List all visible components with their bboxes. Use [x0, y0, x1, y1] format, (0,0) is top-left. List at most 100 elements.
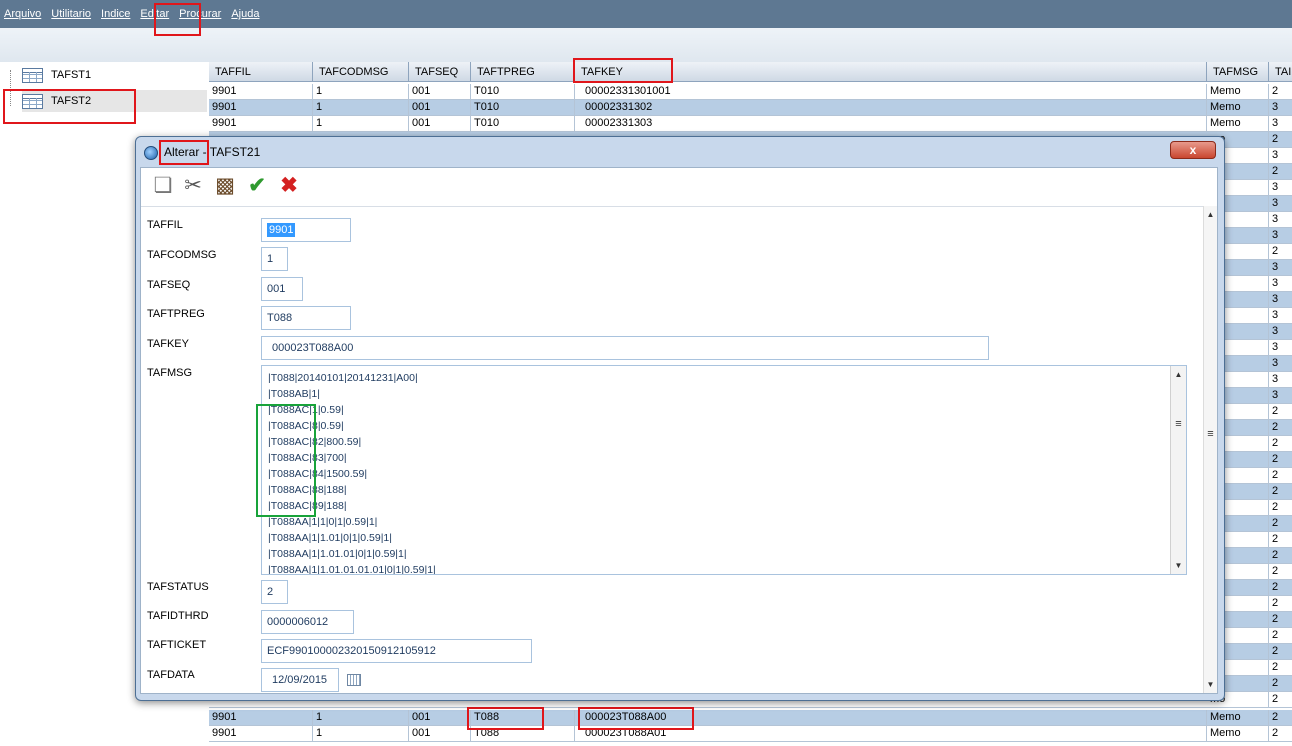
- memo-line: |T088AC|82|800.59|: [268, 436, 362, 448]
- form-scrollbar[interactable]: ▲ ≡ ▼: [1203, 206, 1217, 693]
- cut-icon[interactable]: ✂: [181, 174, 205, 198]
- menu-utilitario[interactable]: Utilitario: [51, 8, 91, 20]
- cell-tai: 3: [1269, 372, 1292, 388]
- tree-item-label: TAFST1: [51, 69, 92, 81]
- cell-tai: 3: [1269, 388, 1292, 404]
- table-icon: [22, 67, 43, 83]
- cell-taffil: 9901: [209, 84, 313, 100]
- input-tafcodmsg[interactable]: 1: [261, 247, 288, 271]
- cell-tai: 3: [1269, 324, 1292, 340]
- calendar-icon[interactable]: [347, 674, 361, 686]
- tree-item-tafst1[interactable]: TAFST1: [22, 64, 207, 86]
- table-icon: [22, 93, 43, 109]
- cancel-icon[interactable]: ✖: [277, 174, 301, 198]
- scroll-down-icon[interactable]: ▼: [1204, 680, 1217, 689]
- copy-icon[interactable]: ❏: [151, 174, 175, 198]
- label-tafkey: TAFKEY: [147, 338, 189, 350]
- col-taftpreg[interactable]: TAFTPREG: [471, 62, 575, 82]
- cell-tafseq: 001: [409, 116, 471, 132]
- cell-taftpreg: T010: [471, 84, 575, 100]
- menu-arquivo[interactable]: Arquivo: [4, 8, 41, 20]
- dialog-title-rest: - TAFST21: [199, 145, 261, 159]
- cell-tafcodmsg: 1: [313, 116, 409, 132]
- cell-tai: 2: [1269, 516, 1292, 532]
- col-tafmsg[interactable]: TAFMSG: [1207, 62, 1269, 82]
- cell-taffil: 9901: [209, 710, 313, 726]
- input-tafticket[interactable]: ECF99010000232015091210591​2: [261, 639, 532, 663]
- input-taffil[interactable]: 9901: [261, 218, 351, 242]
- input-tafstatus[interactable]: 2: [261, 580, 288, 604]
- scroll-up-icon[interactable]: ▲: [1171, 370, 1186, 379]
- label-taftpreg: TAFTPREG: [147, 308, 205, 320]
- cell-tafcodmsg: 1: [313, 100, 409, 116]
- cell-tai: 2: [1269, 452, 1292, 468]
- cell-tafseq: 001: [409, 84, 471, 100]
- paste-icon[interactable]: ▩: [213, 174, 237, 198]
- cell-tai: 2: [1269, 500, 1292, 516]
- label-tafstatus: TAFSTATUS: [147, 581, 209, 593]
- scroll-thumb-icon[interactable]: ≡: [1171, 418, 1186, 430]
- menu-ajuda[interactable]: Ajuda: [231, 8, 259, 20]
- grid-header: TAFFIL TAFCODMSG TAFSEQ TAFTPREG TAFKEY …: [209, 62, 1292, 82]
- menu-editar[interactable]: Editar: [140, 8, 169, 20]
- cell-tai: 3: [1269, 100, 1292, 116]
- scroll-down-icon[interactable]: ▼: [1171, 561, 1186, 570]
- scroll-up-icon[interactable]: ▲: [1204, 210, 1217, 219]
- cell-tai: 2: [1269, 532, 1292, 548]
- cell-tai: 2: [1269, 132, 1292, 148]
- input-tafidthrd[interactable]: 0000006012: [261, 610, 354, 634]
- col-tai[interactable]: TAI: [1269, 62, 1292, 82]
- input-tafdata[interactable]: 12/09/2015: [261, 668, 339, 692]
- cell-tai: 3: [1269, 260, 1292, 276]
- tree-item-tafst2[interactable]: TAFST2: [22, 90, 207, 112]
- app-icon: [144, 146, 158, 160]
- cell-tai: 3: [1269, 116, 1292, 132]
- memo-scrollbar[interactable]: ▲ ≡ ▼: [1170, 366, 1186, 574]
- col-tafkey[interactable]: TAFKEY: [575, 62, 1207, 82]
- cell-tafkey: 00002331302: [575, 100, 1207, 116]
- cell-tai: 3: [1269, 228, 1292, 244]
- input-tafkey[interactable]: 000023T088A00: [261, 336, 989, 360]
- confirm-icon[interactable]: ✔: [245, 174, 269, 198]
- cell-tai: 2: [1269, 164, 1292, 180]
- cell-tafmsg: Memo: [1207, 84, 1269, 100]
- cell-tafkey: 000023T088A00: [575, 710, 1207, 726]
- cell-tafcodmsg: 1: [313, 84, 409, 100]
- input-taftpreg[interactable]: T088: [261, 306, 351, 330]
- table-row[interactable]: 9901 1 001 T010 00002331302 Memo 3: [209, 100, 1292, 116]
- cell-tai: 3: [1269, 180, 1292, 196]
- col-taffil[interactable]: TAFFIL: [209, 62, 313, 82]
- table-row[interactable]: 9901 1 001 T010 00002331303 Memo 3: [209, 116, 1292, 132]
- label-tafdata: TAFDATA: [147, 669, 195, 681]
- table-row[interactable]: 9901 1 001 T088 000023T088A01 Memo 2: [209, 726, 1292, 742]
- table-row[interactable]: 9901 1 001 T088 000023T088A00 Memo 2: [209, 710, 1292, 726]
- cell-tai: 2: [1269, 726, 1292, 742]
- menu-indice[interactable]: Indice: [101, 8, 130, 20]
- scroll-thumb-icon[interactable]: ≡: [1204, 428, 1217, 440]
- cell-taftpreg: T088: [471, 726, 575, 742]
- input-tafseq[interactable]: 001: [261, 277, 303, 301]
- table-row[interactable]: 9901 1 001 T010 00002331301001 Memo 2: [209, 84, 1292, 100]
- cell-tai: 3: [1269, 276, 1292, 292]
- tree-line: [10, 70, 11, 106]
- memo-line: |T088AA|1|1.01|0|1|0.59|1|: [268, 532, 392, 544]
- cell-tafkey: 000023T088A01: [575, 726, 1207, 742]
- cell-taffil: 9901: [209, 726, 313, 742]
- cell-tai: 2: [1269, 404, 1292, 420]
- cell-tai: 3: [1269, 148, 1292, 164]
- toolbar-band: [0, 28, 1292, 62]
- close-button[interactable]: x: [1170, 141, 1216, 159]
- cell-tafseq: 001: [409, 100, 471, 116]
- label-tafidthrd: TAFIDTHRD: [147, 610, 209, 622]
- memo-line: |T088AA|1|1|0|1|0.59|1|: [268, 516, 378, 528]
- label-tafcodmsg: TAFCODMSG: [147, 249, 217, 261]
- menu-procurar[interactable]: Procurar: [179, 8, 221, 20]
- memo-tafmsg[interactable]: |T088|20140101|20141231|A00| |T088AB|1| |T…: [261, 365, 1187, 575]
- col-tafcodmsg[interactable]: TAFCODMSG: [313, 62, 409, 82]
- dialog-titlebar[interactable]: Alterar - TAFST21 x: [136, 137, 1224, 167]
- cell-tafmsg: Memo: [1207, 710, 1269, 726]
- cell-tafmsg: Memo: [1207, 100, 1269, 116]
- memo-line: |T088AC|88|188|: [268, 484, 347, 496]
- col-tafseq[interactable]: TAFSEQ: [409, 62, 471, 82]
- dialog-title-action: Alterar: [164, 145, 200, 159]
